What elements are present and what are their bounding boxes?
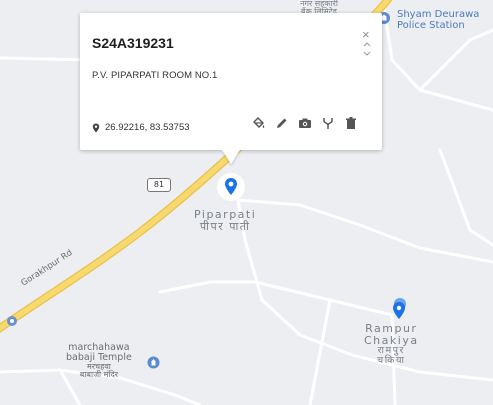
fork-icon[interactable]: [321, 116, 335, 130]
location-pin-icon: [92, 123, 100, 132]
place-label-secondary: Rampur Chakiya रामपुर चकिया: [364, 323, 419, 366]
place-label-main-hi: पीपर पाती: [199, 219, 251, 233]
police-station-label-line1: Shyam Deurawa: [397, 9, 480, 20]
coordinates-text: 26.92216, 83.53753: [105, 122, 190, 133]
popup-title: S24A319231: [92, 35, 174, 51]
temple-poi[interactable]: [147, 356, 160, 374]
scroll-arrows-icon: [363, 42, 371, 56]
close-icon[interactable]: ×: [362, 28, 370, 41]
trash-icon[interactable]: [344, 116, 358, 130]
police-station-label-line2: Police Station: [397, 19, 465, 31]
temple-label: marchahawa babaji Temple मरचहवा बाबाजी म…: [66, 343, 132, 380]
popup-scrollbar[interactable]: [363, 41, 371, 57]
popup-coordinates: 26.92216, 83.53753: [92, 122, 190, 133]
pencil-icon[interactable]: [275, 116, 289, 130]
map-canvas[interactable]: Gorakhpur Rd 81 नगर सहकारी बैंक लिमिटेड …: [0, 0, 493, 405]
popup-address: P.V. PIPARPATI ROOM NO.1: [92, 70, 218, 81]
police-station-label: Shyam Deurawa Police Station: [397, 9, 480, 31]
place-label-secondary-en1: Rampur: [365, 322, 418, 335]
popup-pointer: [222, 150, 240, 164]
temple-icon: [147, 356, 160, 369]
road-shield: 81: [147, 178, 171, 192]
info-popup: S24A319231 × P.V. PIPARPATI ROOM NO.1 26…: [80, 13, 382, 150]
place-label-secondary-hi2: चकिया: [377, 355, 406, 367]
place-label-main: Piparpati पीपर पाती: [194, 209, 256, 232]
place-label-main-en: Piparpati: [194, 208, 257, 221]
camera-icon[interactable]: [298, 116, 312, 130]
paint-bucket-icon[interactable]: [252, 116, 266, 130]
popup-actions: [252, 116, 358, 130]
temple-label-hi2: बाबाजी मंदिर: [79, 370, 119, 380]
location-marker-main[interactable]: [216, 172, 246, 202]
map-marker-icon: [217, 173, 245, 201]
